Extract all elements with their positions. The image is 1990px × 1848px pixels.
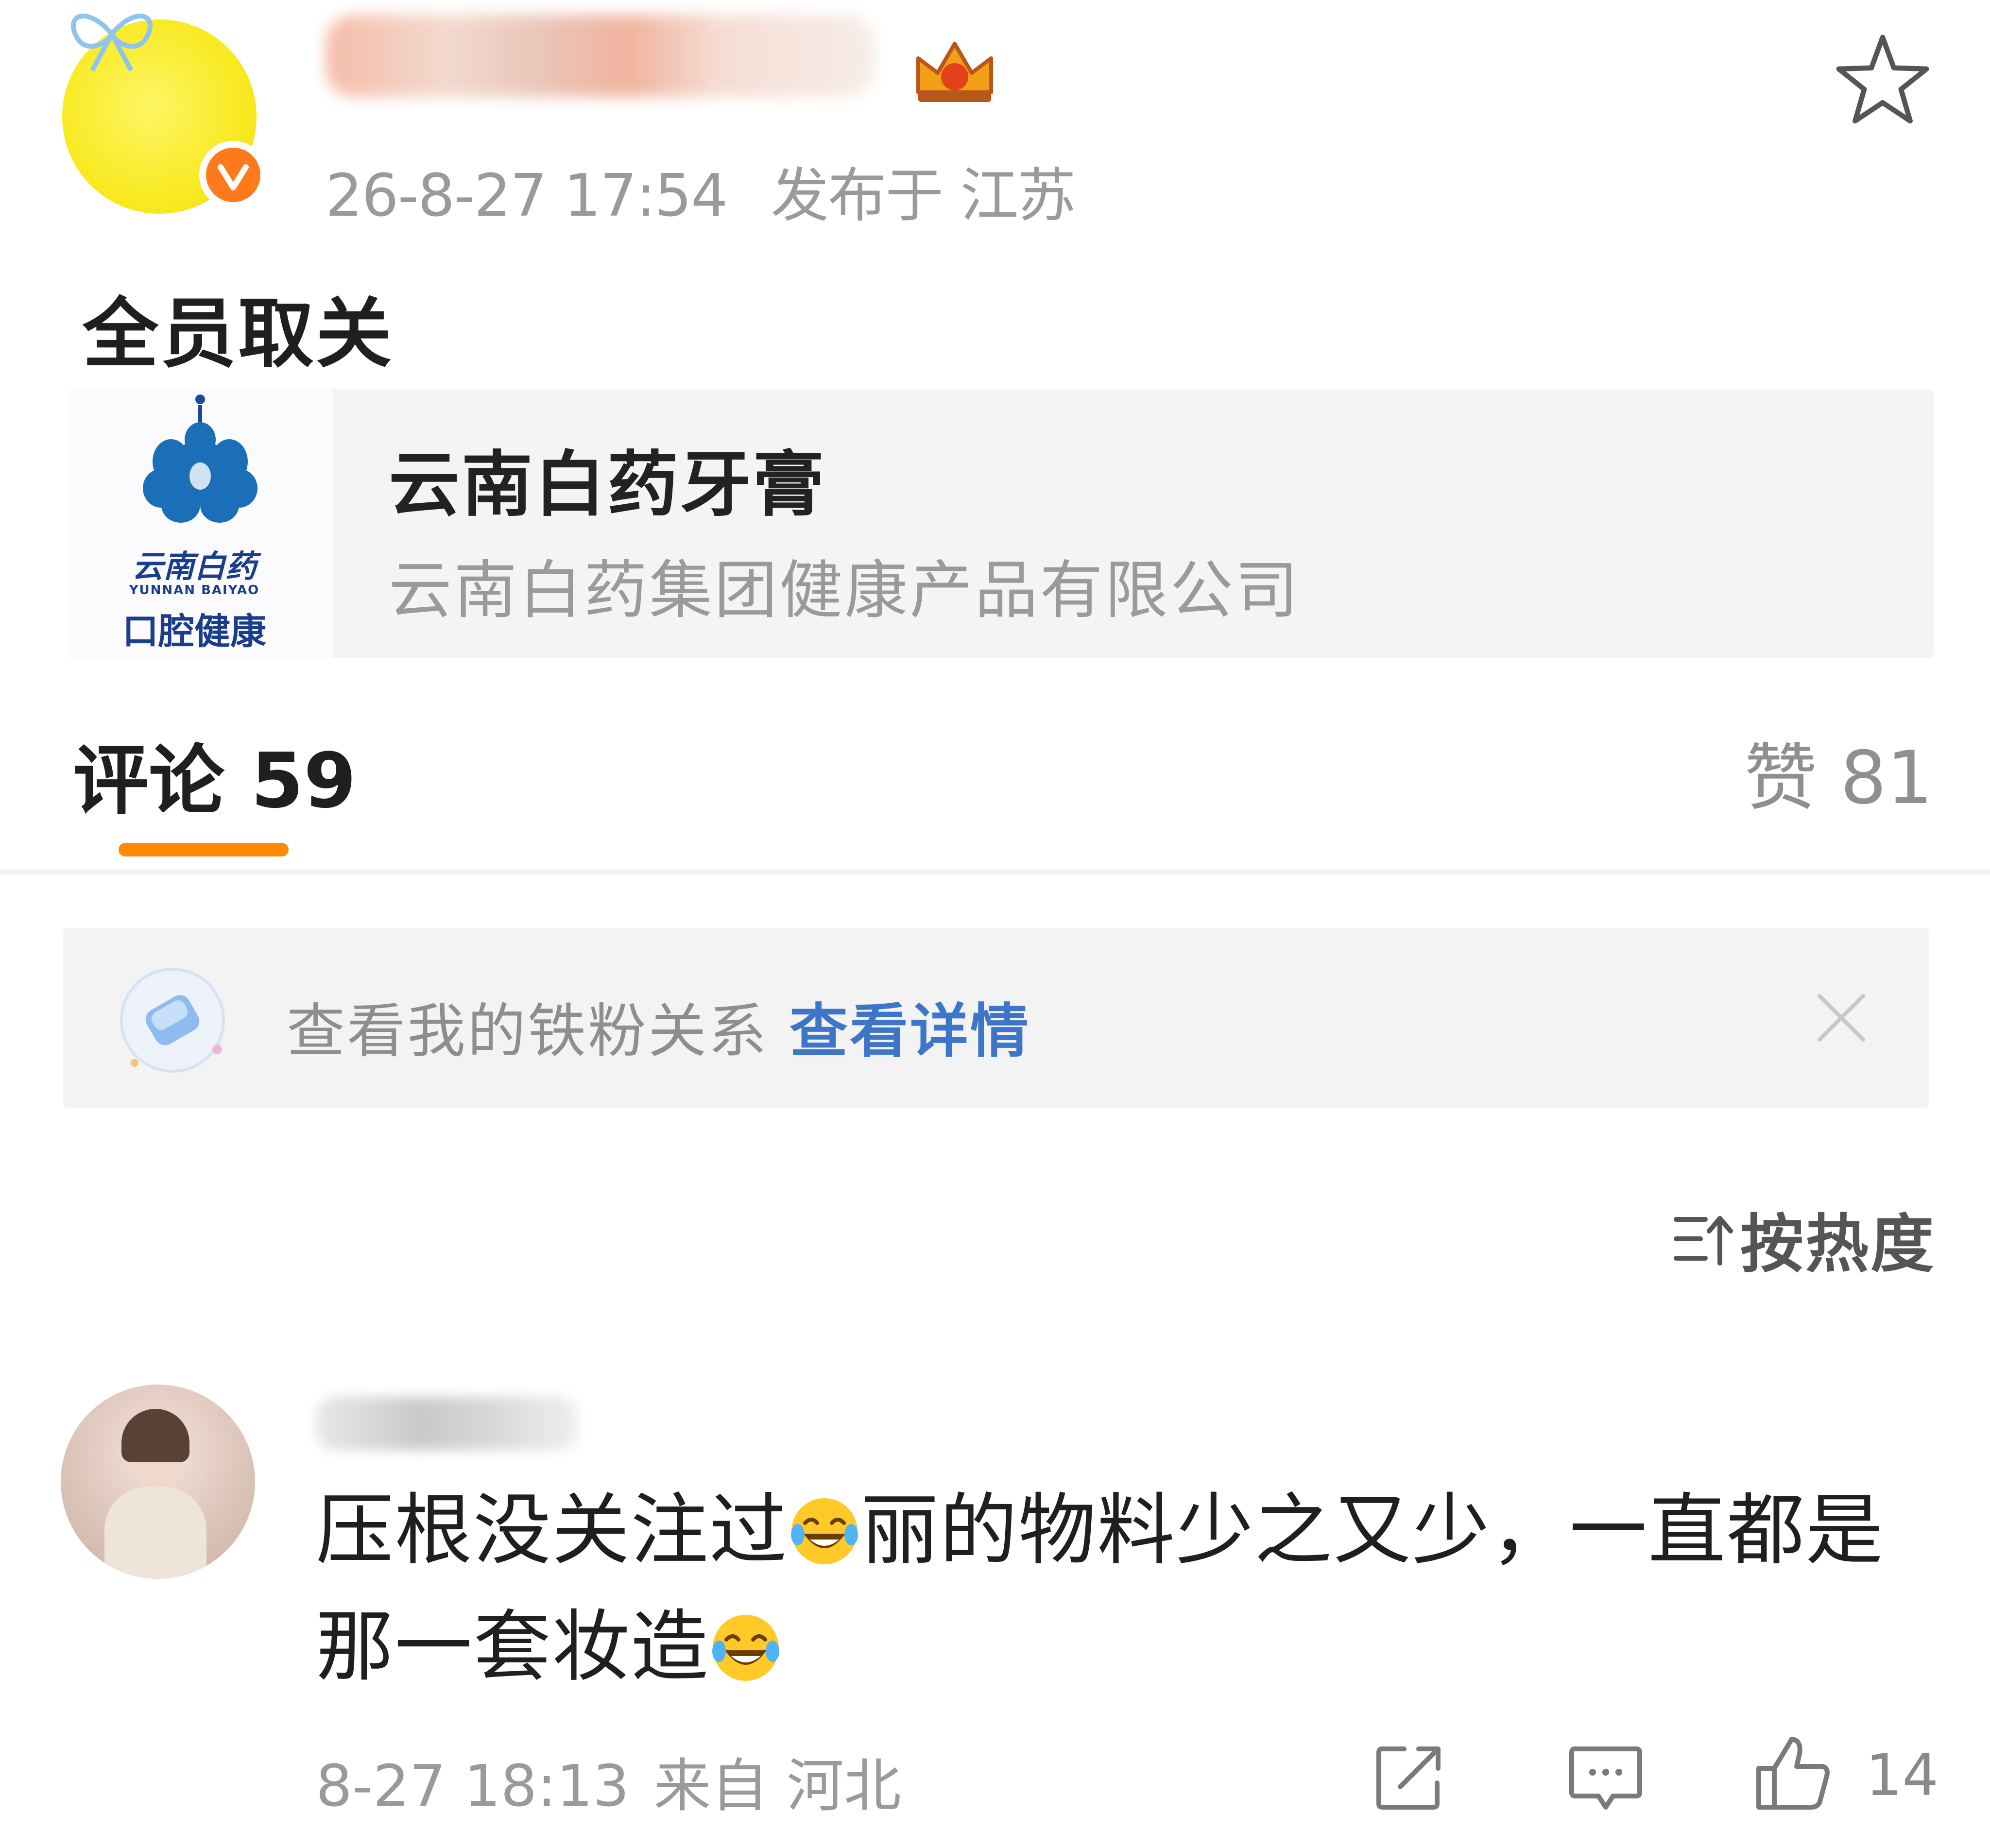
fan-banner-link[interactable]: 查看详情: [789, 984, 1030, 1068]
commenter-avatar[interactable]: [61, 1385, 255, 1579]
comment-text-part1: 压根没关注过: [316, 1485, 789, 1575]
sort-icon: [1674, 1216, 1733, 1266]
share-icon[interactable]: [1370, 1739, 1448, 1817]
product-title[interactable]: 云南白药牙膏: [389, 428, 826, 530]
comment-meta: 8-27 18:13 来自 河北: [316, 1739, 901, 1822]
product-company: 云南白药集团健康产品有限公司: [389, 553, 1301, 627]
author-name-blurred[interactable]: [326, 15, 875, 97]
verified-badge-icon: [199, 141, 267, 209]
logo-subtitle: 口腔健康: [122, 611, 266, 652]
bow-icon: [70, 14, 153, 72]
post-timestamp: 26-8-27 17:54: [326, 162, 728, 230]
crown-badge-icon: [916, 42, 993, 102]
close-icon[interactable]: [1812, 989, 1870, 1047]
laughing-crying-emoji-icon: [791, 1498, 858, 1564]
thumbs-up-icon[interactable]: [1749, 1729, 1836, 1817]
fan-diamond-icon: [120, 968, 225, 1073]
comment-text: 压根没关注过 丽的物料少之又少，一直都是那一套妆造: [316, 1472, 1934, 1705]
tabs-divider: [0, 870, 1990, 874]
sort-label: 按热度: [1740, 1207, 1936, 1281]
comment-location: 来自 河北: [653, 1752, 901, 1819]
post-meta: 26-8-27 17:54 发布于 江苏: [326, 148, 1076, 233]
comment-time: 8-27 18:13: [316, 1752, 630, 1819]
tab-comments[interactable]: 评论 59: [73, 719, 356, 829]
comment-like-count: 14: [1866, 1742, 1939, 1809]
post-location: 发布于 江苏: [771, 162, 1076, 230]
star-icon[interactable]: [1832, 29, 1934, 131]
laughing-crying-emoji-icon: [712, 1615, 780, 1681]
logo-calligraphy: 云南白药: [132, 549, 257, 585]
commenter-name-blurred[interactable]: [316, 1397, 578, 1450]
logo-latin: YUNNAN BAIYAO: [129, 583, 260, 598]
fan-banner-text: 查看我的铁粉关系: [287, 998, 769, 1065]
lotus-logo-icon: [143, 394, 257, 523]
tab-active-indicator: [119, 843, 289, 856]
sort-button[interactable]: 按热度: [1671, 1202, 1936, 1281]
post-text: 全员取关: [83, 290, 394, 378]
tab-likes[interactable]: 赞 81: [1744, 719, 1933, 824]
reply-comment-icon[interactable]: [1564, 1739, 1647, 1817]
